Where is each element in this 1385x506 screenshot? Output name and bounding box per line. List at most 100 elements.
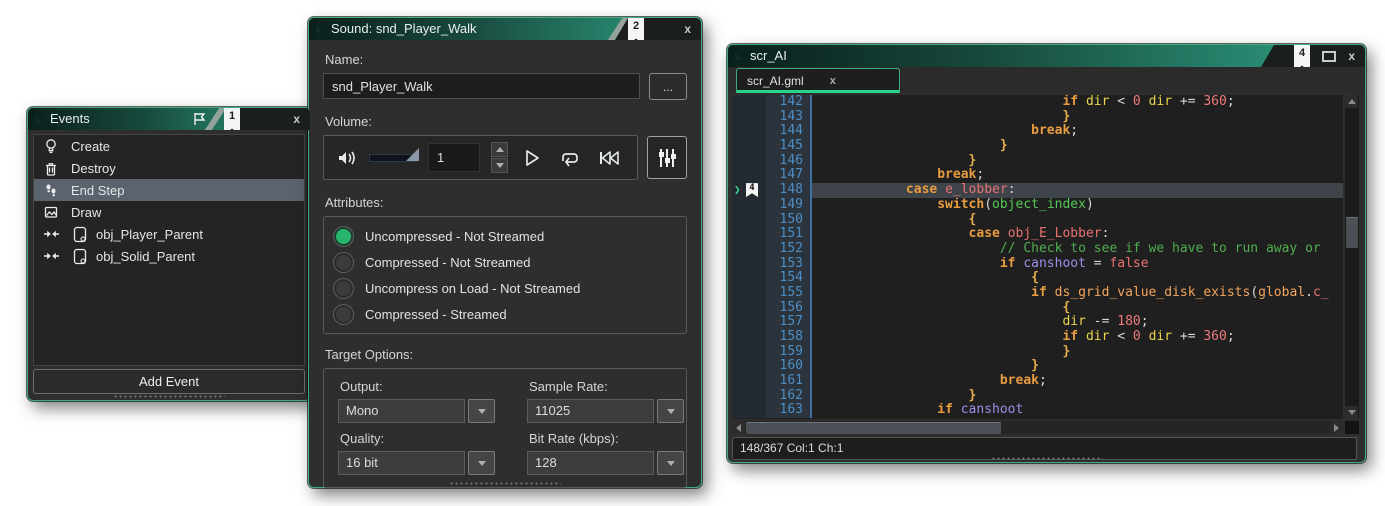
code-line-153[interactable]: 153 if canshoot = false (732, 257, 1343, 272)
event-row-obj-player-parent[interactable]: obj_Player_Parent (34, 223, 304, 245)
gutter-margin[interactable] (732, 198, 766, 213)
attribute-option[interactable]: Compressed - Streamed (334, 301, 676, 327)
loop-button[interactable] (558, 148, 580, 168)
sample-rate-dropdown[interactable]: 11025 (527, 399, 684, 423)
scroll-down-button[interactable] (1345, 406, 1358, 419)
resize-grip[interactable] (449, 481, 561, 486)
mixer-button[interactable] (647, 136, 687, 179)
horizontal-scrollbar[interactable] (732, 421, 1343, 434)
resize-grip[interactable] (113, 394, 225, 399)
code-line-162[interactable]: 162 } (732, 389, 1343, 404)
line-number[interactable]: 154 (766, 271, 812, 286)
horizontal-scroll-thumb[interactable] (746, 422, 1001, 434)
gutter-margin[interactable] (732, 168, 766, 183)
close-icon[interactable]: x (684, 18, 691, 40)
attribute-option[interactable]: Uncompress on Load - Not Streamed (334, 275, 676, 301)
browse-button[interactable]: ... (649, 73, 687, 100)
close-icon[interactable]: x (1348, 45, 1355, 67)
code-line-149[interactable]: 149 switch(object_index) (732, 198, 1343, 213)
code-line-147[interactable]: 147 break; (732, 168, 1343, 183)
attribute-option[interactable]: Uncompressed - Not Streamed (334, 223, 676, 249)
gutter-margin[interactable] (732, 139, 766, 154)
code-line-158[interactable]: 158 if dir < 0 dir += 360; (732, 330, 1343, 345)
quality-dropdown[interactable]: 16 bit (338, 451, 495, 475)
radio-button[interactable] (334, 227, 353, 246)
tab-close-icon[interactable]: x (830, 75, 836, 87)
code-text[interactable]: } (812, 154, 1343, 169)
gutter-margin[interactable] (732, 374, 766, 389)
line-number[interactable]: 158 (766, 330, 812, 345)
workspace-bookmark-2[interactable]: 2 (628, 18, 644, 40)
event-row-end-step[interactable]: End Step (34, 179, 304, 201)
code-text[interactable]: if ds_grid_value_disk_exists(global.c_ (812, 286, 1343, 301)
code-line-154[interactable]: 154 { (732, 271, 1343, 286)
event-row-obj-solid-parent[interactable]: obj_Solid_Parent (34, 245, 304, 267)
attribute-option[interactable]: Compressed - Not Streamed (334, 249, 676, 275)
line-number[interactable]: 163 (766, 403, 812, 418)
line-number[interactable]: 159 (766, 345, 812, 360)
gutter-margin[interactable] (732, 124, 766, 139)
line-number[interactable]: 152 (766, 242, 812, 257)
code-text[interactable]: } (812, 389, 1343, 404)
stepper-down-button[interactable] (491, 158, 508, 173)
line-number[interactable]: 162 (766, 389, 812, 404)
line-number[interactable]: 149 (766, 198, 812, 213)
line-number[interactable]: 156 (766, 301, 812, 316)
output-dropdown[interactable]: Mono (338, 399, 495, 423)
events-titlebar[interactable]: Events 1 x (28, 108, 310, 130)
scroll-up-button[interactable] (1345, 95, 1358, 108)
close-icon[interactable]: x (293, 108, 300, 130)
code-text[interactable]: dir -= 180; (812, 315, 1343, 330)
line-number[interactable]: 153 (766, 257, 812, 272)
code-titlebar[interactable]: scr_AI 4 x (728, 45, 1365, 67)
stepper-up-button[interactable] (491, 142, 508, 157)
code-text[interactable]: break; (812, 168, 1343, 183)
volume-slider[interactable] (369, 154, 417, 162)
sound-titlebar[interactable]: Sound: snd_Player_Walk 2 x (309, 18, 701, 40)
gutter-margin[interactable] (732, 110, 766, 125)
gutter-margin[interactable] (732, 315, 766, 330)
code-editor[interactable]: 142 if dir < 0 dir += 360;143 }144 break… (732, 95, 1343, 419)
workspace-bookmark-4[interactable]: 4 (1294, 45, 1310, 67)
line-number[interactable]: 157 (766, 315, 812, 330)
gutter-margin[interactable] (732, 242, 766, 257)
line-number[interactable]: 146 (766, 154, 812, 169)
sound-name-input[interactable] (323, 73, 640, 99)
gutter-margin[interactable]: ❯4 (732, 183, 766, 198)
code-line-143[interactable]: 143 } (732, 110, 1343, 125)
collapse-icon[interactable] (316, 25, 324, 33)
volume-slider-thumb[interactable] (406, 148, 419, 161)
gutter-margin[interactable] (732, 95, 766, 110)
scroll-left-button[interactable] (732, 421, 745, 434)
code-text[interactable]: // Check to see if we have to run away o… (812, 242, 1343, 257)
line-number[interactable]: 144 (766, 124, 812, 139)
gutter-margin[interactable] (732, 227, 766, 242)
gutter-margin[interactable] (732, 154, 766, 169)
line-number[interactable]: 161 (766, 374, 812, 389)
dropdown-button[interactable] (468, 399, 495, 423)
code-line-163[interactable]: 163 if canshoot (732, 403, 1343, 418)
line-number[interactable]: 145 (766, 139, 812, 154)
code-text[interactable]: { (812, 271, 1343, 286)
code-line-159[interactable]: 159 } (732, 345, 1343, 360)
code-text[interactable]: } (812, 359, 1343, 374)
gutter-margin[interactable] (732, 345, 766, 360)
radio-button[interactable] (334, 305, 353, 324)
line-bookmark-icon[interactable]: 4 (746, 183, 758, 197)
tab-scr-ai-gml[interactable]: scr_AI.gml x (736, 68, 900, 93)
collapse-icon[interactable] (735, 52, 743, 60)
dropdown-value[interactable]: 16 bit (338, 451, 465, 475)
event-row-create[interactable]: Create (34, 135, 304, 157)
code-line-155[interactable]: 155 if ds_grid_value_disk_exists(global.… (732, 286, 1343, 301)
code-line-148[interactable]: ❯4148 case e_lobber: (732, 183, 1343, 198)
code-line-157[interactable]: 157 dir -= 180; (732, 315, 1343, 330)
dropdown-value[interactable]: 11025 (527, 399, 654, 423)
line-number[interactable]: 151 (766, 227, 812, 242)
line-number[interactable]: 150 (766, 213, 812, 228)
gutter-margin[interactable] (732, 271, 766, 286)
code-text[interactable]: if dir < 0 dir += 360; (812, 330, 1343, 345)
radio-button[interactable] (334, 253, 353, 272)
dropdown-value[interactable]: 128 (527, 451, 654, 475)
code-line-142[interactable]: 142 if dir < 0 dir += 360; (732, 95, 1343, 110)
code-line-150[interactable]: 150 { (732, 213, 1343, 228)
